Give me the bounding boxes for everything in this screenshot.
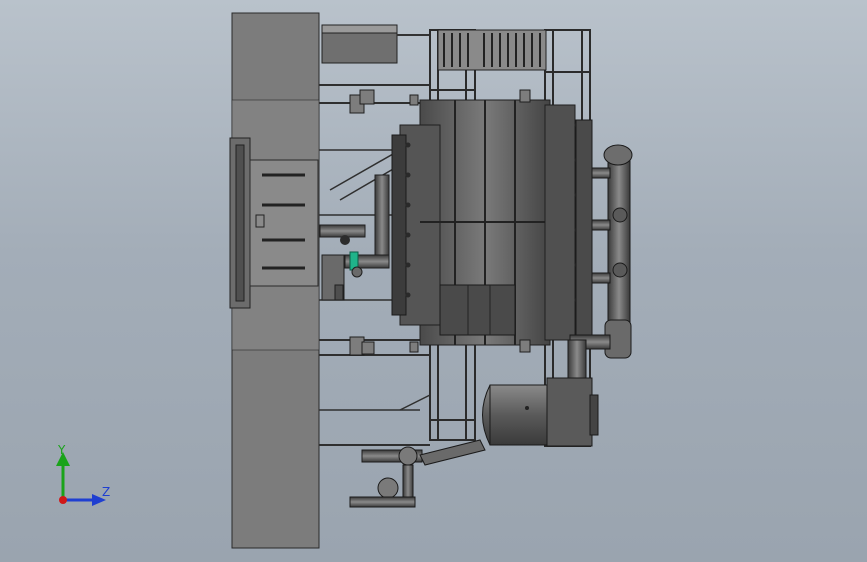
lower-tank — [482, 377, 599, 447]
bottom-piping — [349, 439, 486, 508]
main-drum — [391, 99, 580, 346]
access-door — [229, 137, 319, 309]
top-grille — [437, 29, 547, 71]
cad-viewport[interactable]: Y Z — [0, 0, 867, 562]
z-axis-label: Z — [102, 485, 110, 499]
assembly-model[interactable] — [0, 0, 867, 562]
y-axis-label: Y — [57, 443, 66, 457]
x-axis-dot-icon — [59, 496, 67, 504]
top-control-box — [321, 24, 430, 64]
axis-triad: Y Z — [56, 443, 110, 506]
inlet-piping — [319, 174, 390, 301]
right-manifold — [569, 119, 633, 359]
